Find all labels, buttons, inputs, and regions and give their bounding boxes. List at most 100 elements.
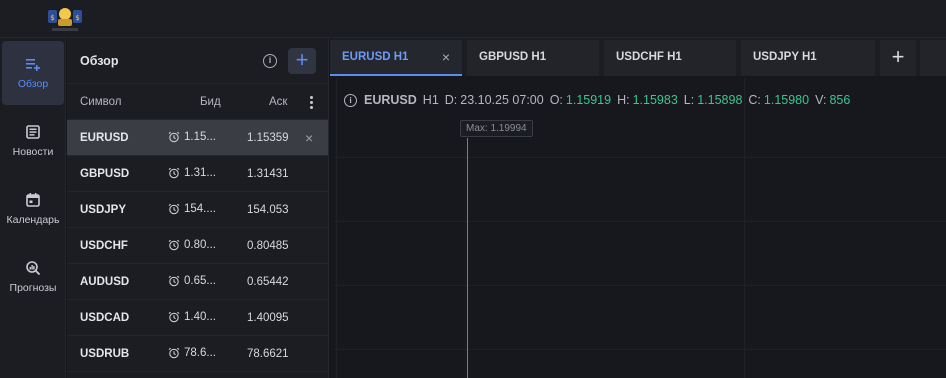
- alarm-icon[interactable]: [168, 131, 180, 143]
- nav-overview[interactable]: Обзор: [2, 41, 64, 105]
- symbol-name: USDCHF: [80, 240, 128, 252]
- market-watch-title: Обзор: [80, 53, 119, 68]
- chart-area[interactable]: i EURUSD H1 D: 23.10.25 07:00 O: 1.15919…: [334, 78, 946, 378]
- newspaper-icon: [26, 125, 40, 139]
- info-icon[interactable]: i: [344, 93, 357, 107]
- bid-cell: 0.65...: [168, 275, 216, 287]
- symbol-row[interactable]: AUDUSD 0.65... 0.65442: [67, 264, 328, 300]
- more-options-icon[interactable]: [310, 96, 314, 110]
- grid-line: [334, 221, 946, 222]
- symbol-row[interactable]: USDCAD 1.40... 1.40095: [67, 300, 328, 336]
- symbol-row[interactable]: USDCHF 0.80... 0.80485: [67, 228, 328, 264]
- tab-usdchf-h1[interactable]: USDCHF H1: [604, 40, 736, 76]
- open-label: O:: [549, 93, 563, 107]
- ask-value: 1.31431: [247, 168, 289, 180]
- nav-calendar[interactable]: Календарь: [2, 177, 64, 241]
- alarm-icon[interactable]: [168, 347, 180, 359]
- add-tab-button[interactable]: +: [880, 40, 916, 76]
- tab-usdjpy-h1[interactable]: USDJPY H1: [741, 40, 875, 76]
- tab-gbpusd-h1[interactable]: GBPUSD H1: [467, 40, 599, 76]
- tab-label: USDJPY H1: [753, 51, 817, 63]
- alarm-icon[interactable]: [168, 311, 180, 323]
- forecast-search-icon: [26, 261, 41, 276]
- grid-line: [336, 78, 337, 378]
- grid-line: [334, 285, 946, 286]
- chart-symbol: EURUSD: [364, 93, 417, 107]
- symbol-row[interactable]: EURUSD 1.15... 1.15359 ×: [67, 120, 328, 156]
- volume-label: V:: [815, 93, 827, 107]
- alarm-icon[interactable]: [168, 203, 180, 215]
- symbol-name: USDJPY: [80, 204, 127, 216]
- bid-value: 1.15...: [184, 131, 216, 143]
- table-header: Символ Бид Аск: [67, 84, 328, 120]
- column-ask[interactable]: Аск: [269, 96, 287, 108]
- remove-symbol-icon[interactable]: ×: [305, 130, 313, 146]
- close-tab-icon[interactable]: ×: [442, 49, 450, 65]
- high-label: H:: [617, 93, 630, 107]
- info-icon[interactable]: i: [263, 54, 277, 68]
- nav-forecasts-label: Прогнозы: [9, 282, 57, 294]
- ask-value: 1.15359: [247, 132, 289, 144]
- alarm-icon[interactable]: [168, 275, 180, 287]
- nav-news[interactable]: Новости: [2, 109, 64, 173]
- bid-cell: 1.40...: [168, 311, 216, 323]
- ask-value: 1.40095: [247, 312, 289, 324]
- chart-tabs: EURUSD H1 × GBPUSD H1 USDCHF H1 USDJPY H…: [330, 38, 946, 76]
- top-bar: $ $: [0, 0, 946, 38]
- bid-value: 0.65...: [184, 275, 216, 287]
- symbol-row[interactable]: USDJPY 154.... 154.053: [67, 192, 328, 228]
- close-value: 1.15980: [763, 93, 810, 107]
- bid-value: 0.80...: [184, 239, 216, 251]
- column-symbol[interactable]: Символ: [80, 96, 121, 108]
- symbol-name: AUDUSD: [80, 276, 130, 288]
- bid-value: 1.40...: [184, 311, 216, 323]
- close-label: C:: [748, 93, 761, 107]
- high-value: 1.15983: [632, 93, 678, 107]
- low-value: 1.15898: [697, 93, 743, 107]
- bid-cell: 154....: [168, 203, 216, 215]
- svg-text:$: $: [75, 14, 79, 22]
- chart-timeframe: H1: [422, 93, 439, 107]
- ask-value: 0.65442: [247, 276, 289, 288]
- tab-overflow: [920, 40, 946, 76]
- tab-eurusd-h1[interactable]: EURUSD H1 ×: [330, 40, 462, 76]
- nav-calendar-label: Календарь: [6, 214, 60, 226]
- tab-label: USDCHF H1: [616, 51, 682, 63]
- ohlc-legend: i EURUSD H1 D: 23.10.25 07:00 O: 1.15919…: [344, 93, 850, 107]
- bid-cell: 78.6...: [168, 347, 216, 359]
- svg-text:$: $: [50, 14, 54, 22]
- volume-value: 856: [829, 93, 851, 107]
- symbol-row[interactable]: USDRUB 78.6... 78.6621: [67, 336, 328, 372]
- symbol-name: GBPUSD: [80, 168, 130, 180]
- symbol-name: USDRUB: [80, 348, 130, 360]
- bid-value: 1.31...: [184, 167, 216, 179]
- bid-cell: 0.80...: [168, 239, 216, 251]
- nav-overview-label: Обзор: [17, 78, 49, 90]
- alarm-icon[interactable]: [168, 239, 180, 251]
- ask-value: 154.053: [247, 204, 289, 216]
- symbol-row[interactable]: GBPUSD 1.31... 1.31431: [67, 156, 328, 192]
- date-label: D:: [444, 93, 458, 107]
- ask-value: 0.80485: [247, 240, 289, 252]
- add-symbol-button[interactable]: +: [288, 48, 316, 74]
- brand-logo[interactable]: $ $: [44, 2, 86, 36]
- max-marker-line: [467, 138, 468, 378]
- column-bid[interactable]: Бид: [200, 96, 221, 108]
- calendar-icon: [26, 193, 40, 207]
- grid-line: [334, 157, 946, 158]
- low-label: L:: [683, 93, 695, 107]
- symbol-name: EURUSD: [80, 132, 129, 144]
- max-marker-label: Max: 1.19994: [460, 120, 533, 137]
- market-watch-header: Обзор i +: [67, 38, 328, 84]
- nav-forecasts[interactable]: Прогнозы: [2, 245, 64, 309]
- bid-value: 78.6...: [184, 347, 216, 359]
- alarm-icon[interactable]: [168, 167, 180, 179]
- grid-line: [744, 78, 745, 378]
- bid-cell: 1.15...: [168, 131, 216, 143]
- date-value: 23.10.25 07:00: [460, 93, 544, 107]
- tab-label: GBPUSD H1: [479, 51, 547, 63]
- open-value: 1.15919: [565, 93, 612, 107]
- tab-label: EURUSD H1: [342, 51, 409, 63]
- symbol-name: USDCAD: [80, 312, 130, 324]
- nav-news-label: Новости: [12, 146, 54, 158]
